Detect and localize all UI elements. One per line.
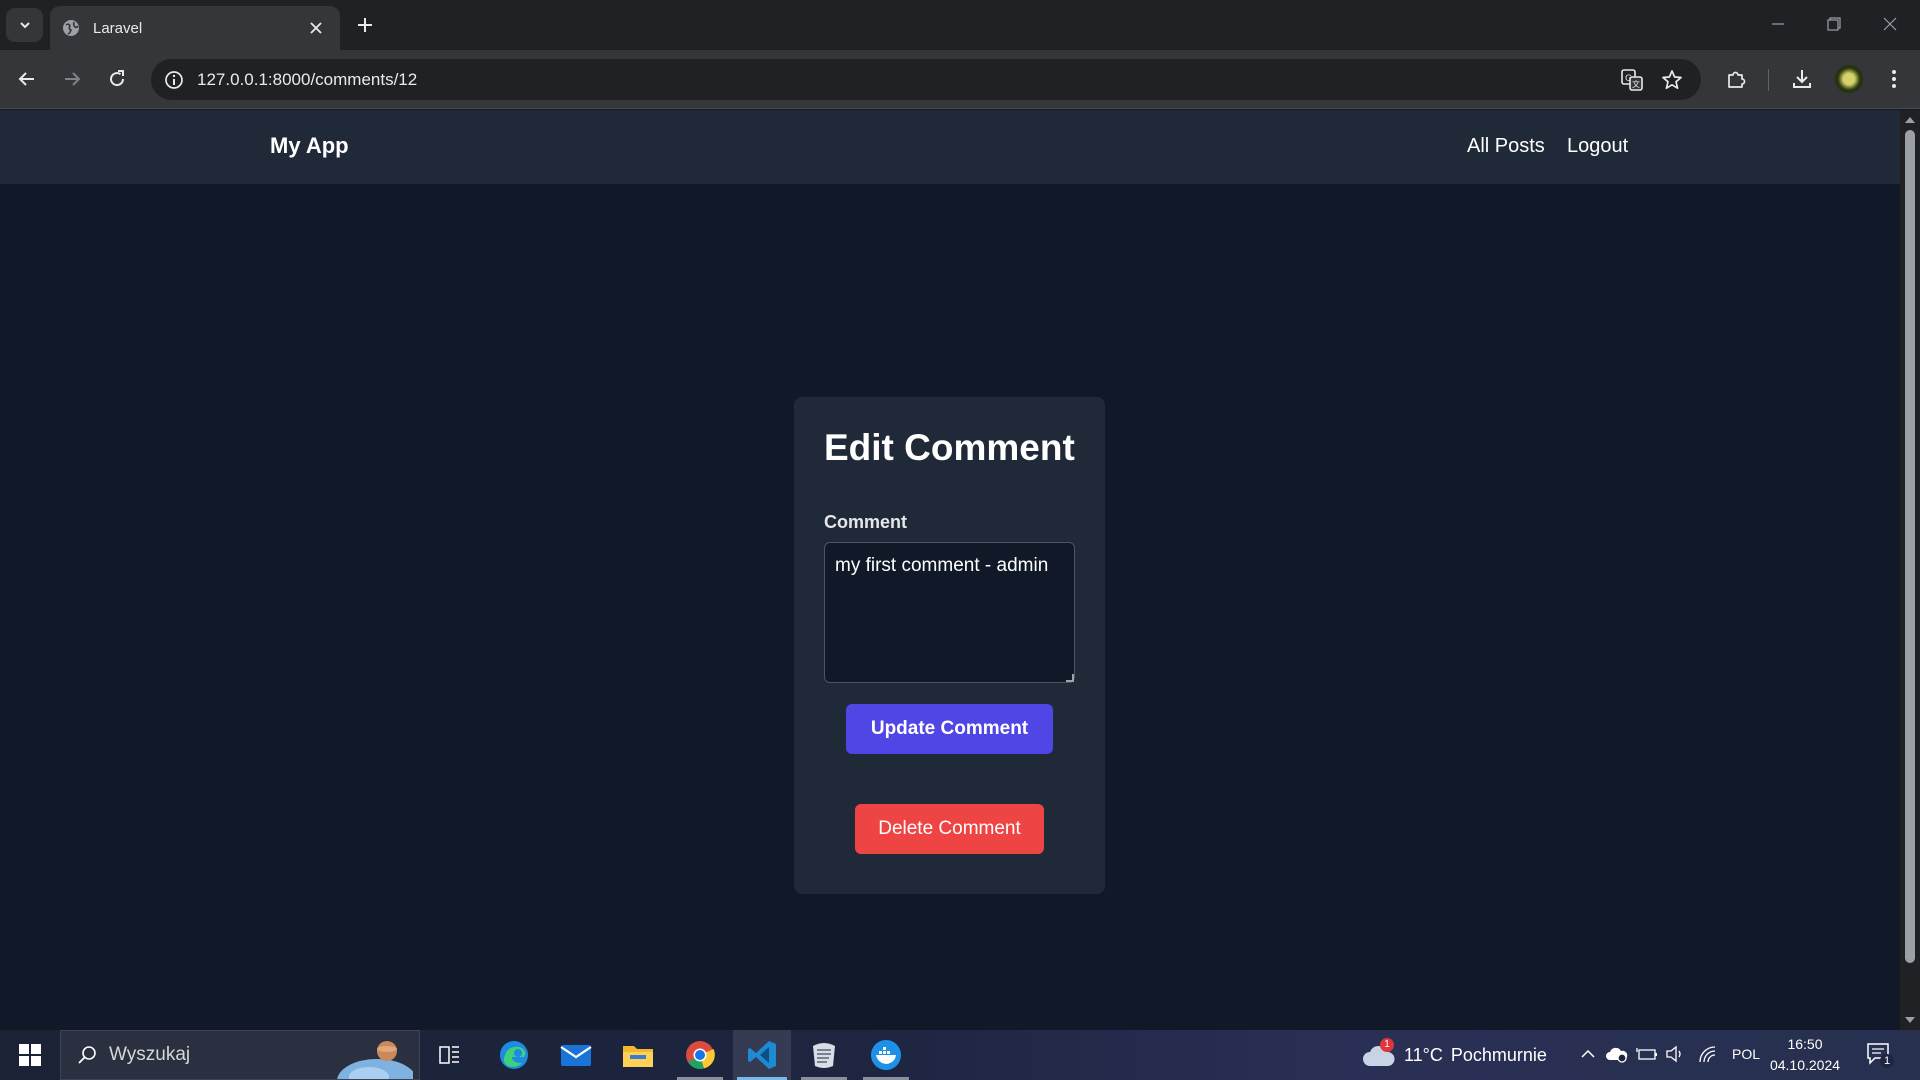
tray-onedrive[interactable]: [1606, 1043, 1628, 1065]
reload-icon: [110, 70, 125, 87]
app-navbar: My App All Posts Logout: [0, 110, 1900, 184]
close-icon: [310, 22, 322, 34]
restore-icon: [1827, 17, 1841, 31]
chevron-up-icon: [1581, 1049, 1595, 1058]
windows-logo-icon: [19, 1044, 41, 1066]
window-close-button[interactable]: [1862, 0, 1918, 48]
new-tab-button[interactable]: [351, 11, 379, 39]
arrow-right-icon: [65, 72, 81, 86]
tray-volume[interactable]: [1664, 1043, 1686, 1065]
more-vertical-icon: [1892, 70, 1896, 88]
restore-button[interactable]: [1806, 0, 1862, 48]
browser-menu-button[interactable]: [1880, 65, 1908, 93]
search-placeholder: Wyszukaj: [109, 1044, 191, 1065]
info-icon: [165, 71, 183, 89]
tab-search-button[interactable]: [6, 8, 43, 42]
language-indicator[interactable]: POL: [1732, 1046, 1760, 1062]
arrow-left-icon: [18, 72, 34, 86]
nav-link-logout[interactable]: Logout: [1567, 135, 1628, 158]
vscode-icon: [748, 1041, 776, 1069]
task-view-icon: [439, 1046, 459, 1064]
globe-icon: [63, 20, 79, 36]
minimize-button[interactable]: [1750, 0, 1806, 48]
cloud-icon: 1: [1362, 1038, 1396, 1070]
file-explorer-icon: [623, 1046, 653, 1067]
wifi-icon: [1699, 1046, 1716, 1063]
taskbar-docker[interactable]: [857, 1030, 915, 1080]
taskbar-wsl[interactable]: [795, 1030, 853, 1080]
weather-temperature: 11°C: [1404, 1044, 1443, 1065]
chrome-icon: [686, 1041, 715, 1069]
tray-battery[interactable]: [1636, 1043, 1658, 1065]
mail-icon: [560, 1045, 592, 1066]
taskbar-vscode[interactable]: [733, 1030, 791, 1080]
downloads-button[interactable]: [1788, 65, 1816, 93]
weather-condition: Pochmurnie: [1450, 1044, 1547, 1065]
brand-link[interactable]: My App: [270, 133, 349, 159]
taskbar-task-view[interactable]: [421, 1030, 479, 1080]
update-comment-button[interactable]: Update Comment: [846, 704, 1053, 754]
url-text: 127.0.0.1:8000/comments/12: [197, 70, 418, 89]
page-viewport: My App All Posts Logout Edit Comment Com…: [0, 110, 1900, 1030]
back-button[interactable]: [11, 63, 43, 95]
browser-tab-bar: Laravel: [0, 0, 1920, 50]
taskbar-mail[interactable]: [547, 1030, 605, 1080]
tab-title: Laravel: [93, 19, 143, 37]
site-info-button[interactable]: [162, 68, 186, 92]
reload-button[interactable]: [101, 63, 133, 95]
page-title: Edit Comment: [824, 427, 1075, 468]
toolbar-separator: [1768, 69, 1769, 91]
browser-toolbar: 127.0.0.1:8000/comments/12 G文: [0, 50, 1920, 109]
scroll-thumb[interactable]: [1905, 130, 1915, 963]
notification-center-button[interactable]: 1: [1866, 1042, 1896, 1068]
edit-comment-card: Edit Comment Comment my first comment - …: [794, 397, 1105, 894]
translate-button[interactable]: G文: [1620, 68, 1644, 92]
delete-comment-button[interactable]: Delete Comment: [855, 804, 1044, 854]
translate-icon: G文: [1621, 69, 1643, 91]
search-highlight-illustration: [337, 1041, 413, 1079]
scroll-up-arrow[interactable]: [1905, 117, 1915, 123]
taskbar-chrome[interactable]: [671, 1030, 729, 1080]
nav-link-all-posts[interactable]: All Posts: [1467, 135, 1545, 158]
svg-text:文: 文: [1632, 79, 1640, 89]
wsl-icon: [813, 1043, 835, 1068]
windows-taskbar: Wyszukaj 1 11°C Pochmurnie POL 16:50 04.…: [0, 1030, 1920, 1080]
battery-icon: [1636, 1048, 1657, 1060]
weather-widget[interactable]: 1 11°C Pochmurnie: [1362, 1030, 1547, 1080]
address-bar[interactable]: 127.0.0.1:8000/comments/12 G文: [151, 59, 1701, 100]
extensions-button[interactable]: [1722, 65, 1750, 93]
edge-icon: [500, 1041, 528, 1069]
weather-alert-badge: 1: [1380, 1038, 1394, 1052]
download-icon: [1793, 70, 1811, 88]
puzzle-icon: [1728, 71, 1746, 88]
clock-time[interactable]: 16:50: [1775, 1036, 1835, 1052]
minimize-icon: [1772, 23, 1784, 25]
search-icon: [78, 1046, 96, 1064]
notification-count: 1: [1880, 1054, 1894, 1068]
browser-tab[interactable]: Laravel: [50, 6, 340, 50]
tab-close-button[interactable]: [304, 16, 328, 40]
comment-textarea[interactable]: my first comment - admin: [824, 542, 1075, 683]
scroll-down-arrow[interactable]: [1905, 1017, 1915, 1023]
tray-overflow-button[interactable]: [1577, 1043, 1599, 1065]
page-scrollbar[interactable]: [1900, 110, 1920, 1030]
taskbar-search[interactable]: Wyszukaj: [60, 1030, 420, 1080]
forward-button[interactable]: [56, 63, 88, 95]
profile-avatar[interactable]: [1835, 65, 1863, 93]
docker-icon: [871, 1040, 901, 1070]
plus-icon: [358, 18, 372, 32]
tray-network[interactable]: [1697, 1043, 1719, 1065]
star-icon: [1662, 70, 1682, 90]
chevron-down-icon: [19, 22, 30, 29]
volume-icon: [1666, 1045, 1681, 1063]
taskbar-file-explorer[interactable]: [609, 1030, 667, 1080]
start-button[interactable]: [10, 1030, 50, 1080]
onedrive-icon: [1606, 1047, 1628, 1063]
comment-field-label: Comment: [824, 512, 908, 532]
bookmark-button[interactable]: [1660, 68, 1684, 92]
taskbar-edge[interactable]: [485, 1030, 543, 1080]
textarea-resize-handle[interactable]: [1066, 674, 1074, 682]
close-icon: [1883, 17, 1897, 31]
clock-date[interactable]: 04.10.2024: [1768, 1057, 1842, 1073]
